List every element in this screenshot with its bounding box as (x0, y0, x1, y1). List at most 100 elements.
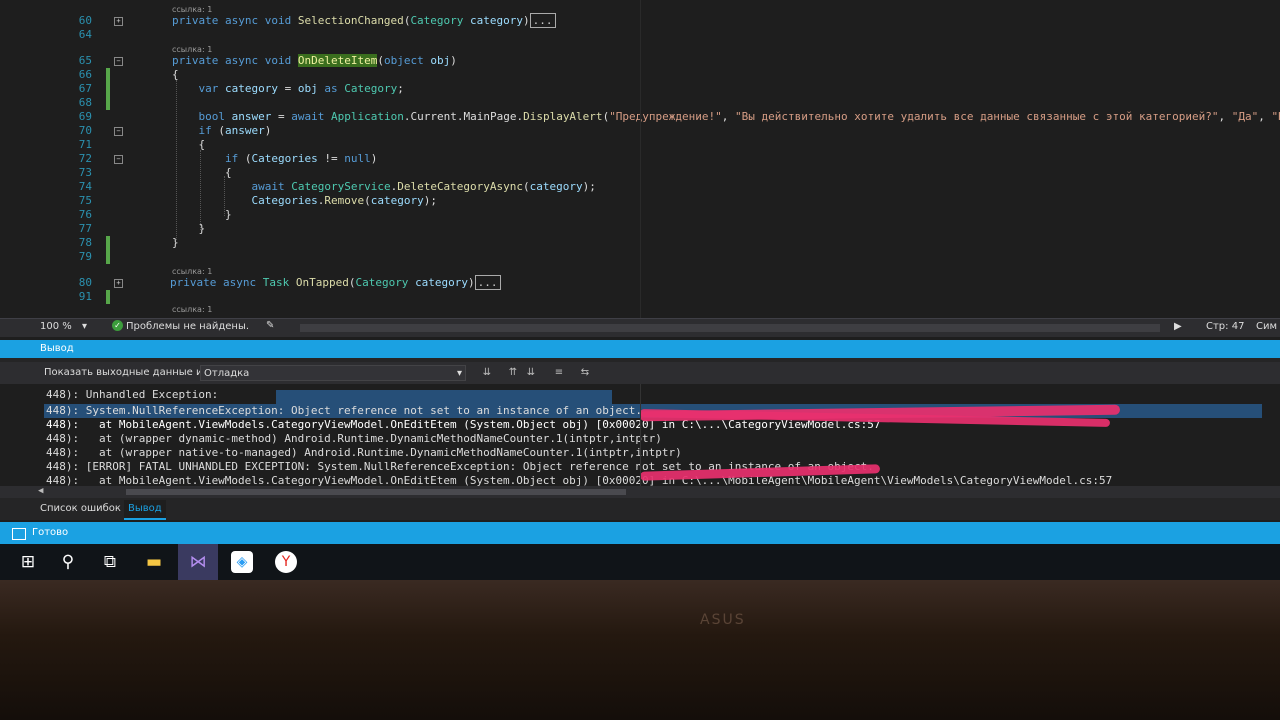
code-token: ) (264, 124, 272, 137)
code-token: Task (262, 276, 290, 289)
output-line[interactable]: 448): Unhandled Exception: (46, 388, 218, 402)
code-token: Application (331, 110, 404, 123)
code-token: Categories (251, 152, 318, 165)
line-number: 79 (78, 250, 92, 263)
expand-icon[interactable]: + (114, 17, 123, 26)
task-view-icon[interactable]: ⧉ (90, 544, 130, 580)
windows-start-icon[interactable]: ⊞ (8, 544, 48, 580)
status-bar: Готово (0, 522, 1280, 544)
reference-count-label[interactable]: ссылка: 1 (172, 5, 212, 14)
go-to-previous-icon[interactable]: ⇈ (506, 366, 520, 380)
line-number: 77 (78, 222, 92, 235)
code-token: "Да" (1231, 110, 1259, 123)
code-text: bool answer = await Application.Current.… (172, 110, 1280, 124)
output-line[interactable]: 448): at MobileAgent.ViewModels.Category… (46, 474, 1112, 486)
code-token: CategoryService (291, 180, 391, 193)
taskbar: ⊞ ⚲ ⧉ ▬ ⋈ ◈ Y (0, 544, 1280, 580)
status-icon (12, 528, 26, 540)
chevron-down-icon: ▾ (456, 368, 462, 379)
code-token: answer (225, 124, 265, 137)
scroll-thumb[interactable] (126, 489, 626, 495)
zoom-dropdown-icon[interactable]: ▾ (82, 321, 87, 332)
reference-count-label[interactable]: ссылка: 1 (172, 45, 212, 54)
code-token: OnTapped (295, 276, 349, 289)
code-text: private async Task OnTapped(Category cat… (170, 275, 501, 290)
line-number-status: Стр: 47 (1206, 321, 1245, 332)
code-token: as (324, 82, 338, 95)
code-text: Categories.Remove(category); (172, 194, 436, 208)
zoom-level[interactable]: 100 % (40, 321, 72, 332)
collapse-icon[interactable]: − (114, 57, 123, 66)
line-number: 60 (78, 14, 92, 27)
code-token: ( (523, 180, 530, 193)
output-line[interactable]: 448): System.NullReferenceException: Obj… (46, 404, 642, 418)
code-token: if (224, 152, 239, 165)
tab-error-list[interactable]: Список ошибок (36, 500, 125, 518)
code-token: = (271, 110, 292, 123)
reference-count-label[interactable]: ссылка: 1 (172, 267, 212, 276)
code-token: Remove (324, 194, 365, 207)
collapsed-region[interactable]: ... (529, 13, 556, 28)
status-text: Готово (32, 527, 69, 538)
code-token: private async void (172, 14, 298, 27)
scroll-right-icon[interactable]: ▶ (1174, 321, 1182, 332)
change-marker (106, 68, 110, 82)
scroll-left-icon[interactable]: ◀ (38, 486, 43, 496)
code-token: ); (582, 180, 596, 193)
file-explorer-icon[interactable]: ▬ (134, 544, 174, 580)
code-text: var category = obj as Category; (172, 82, 404, 96)
problems-status[interactable]: Проблемы не найдены. (126, 321, 249, 332)
code-token: ( (238, 152, 252, 165)
line-number: 71 (78, 138, 92, 151)
word-wrap-icon[interactable]: ⇆ (578, 366, 592, 380)
code-token: , (1218, 110, 1232, 123)
change-marker (106, 290, 110, 304)
code-token: ) (523, 14, 530, 27)
code-token: , (721, 110, 736, 123)
code-text: if (answer) (172, 124, 272, 138)
line-number: 70 (78, 124, 92, 137)
code-token: DeleteCategoryAsync (397, 180, 524, 193)
code-token: , (1258, 110, 1272, 123)
horizontal-scrollbar[interactable] (300, 324, 1160, 332)
reference-count-label[interactable]: ссылка: 1 (172, 305, 212, 314)
output-line[interactable]: 448): at (wrapper dynamic-method) Androi… (46, 432, 662, 446)
panel-title: Вывод (0, 340, 1280, 358)
go-to-next-icon[interactable]: ⇊ (524, 366, 538, 380)
brush-icon[interactable]: ✎ (266, 320, 274, 331)
tab-output[interactable]: Вывод (124, 500, 166, 520)
code-text: private async void SelectionChanged(Cate… (172, 13, 556, 28)
column-status: Сим (1256, 321, 1278, 332)
android-emulator-icon[interactable]: ◈ (222, 544, 262, 580)
collapse-icon[interactable]: − (114, 127, 123, 136)
code-token: ( (211, 124, 225, 137)
code-token: SelectionChanged (297, 14, 404, 27)
code-editor[interactable]: ссылка: 1 60 + private async void Selection… (0, 0, 1280, 318)
visual-studio-icon[interactable]: ⋈ (178, 544, 218, 580)
find-message-icon[interactable]: ⇊ (480, 366, 494, 380)
clear-all-icon[interactable]: ≡ (552, 366, 566, 380)
line-number: 66 (78, 68, 92, 81)
code-token: = (277, 82, 298, 95)
code-token: category (225, 82, 278, 95)
monitor-bezel: ASUS (0, 580, 1280, 720)
search-icon[interactable]: ⚲ (48, 544, 88, 580)
code-token: ; (397, 82, 404, 95)
code-token: != (317, 152, 345, 165)
yandex-browser-icon[interactable]: Y (266, 544, 306, 580)
expand-icon[interactable]: + (114, 279, 123, 288)
output-line[interactable]: 448): at MobileAgent.ViewModels.Category… (46, 418, 880, 432)
code-token: "Вы действительно хотите удалить все дан… (735, 110, 1219, 123)
collapsed-region[interactable]: ... (474, 275, 501, 290)
output-horizontal-scrollbar[interactable]: ◀ (0, 486, 1280, 498)
code-text: private async void OnDeleteItem(object o… (172, 54, 457, 68)
output-line[interactable]: 448): at (wrapper native-to-managed) And… (46, 446, 682, 460)
output-text[interactable]: 448): Unhandled Exception: 448): System.N… (0, 384, 1280, 486)
code-token: ) (450, 54, 457, 67)
output-source-select[interactable]: Отладка ▾ (200, 365, 466, 381)
collapse-icon[interactable]: − (114, 155, 123, 164)
